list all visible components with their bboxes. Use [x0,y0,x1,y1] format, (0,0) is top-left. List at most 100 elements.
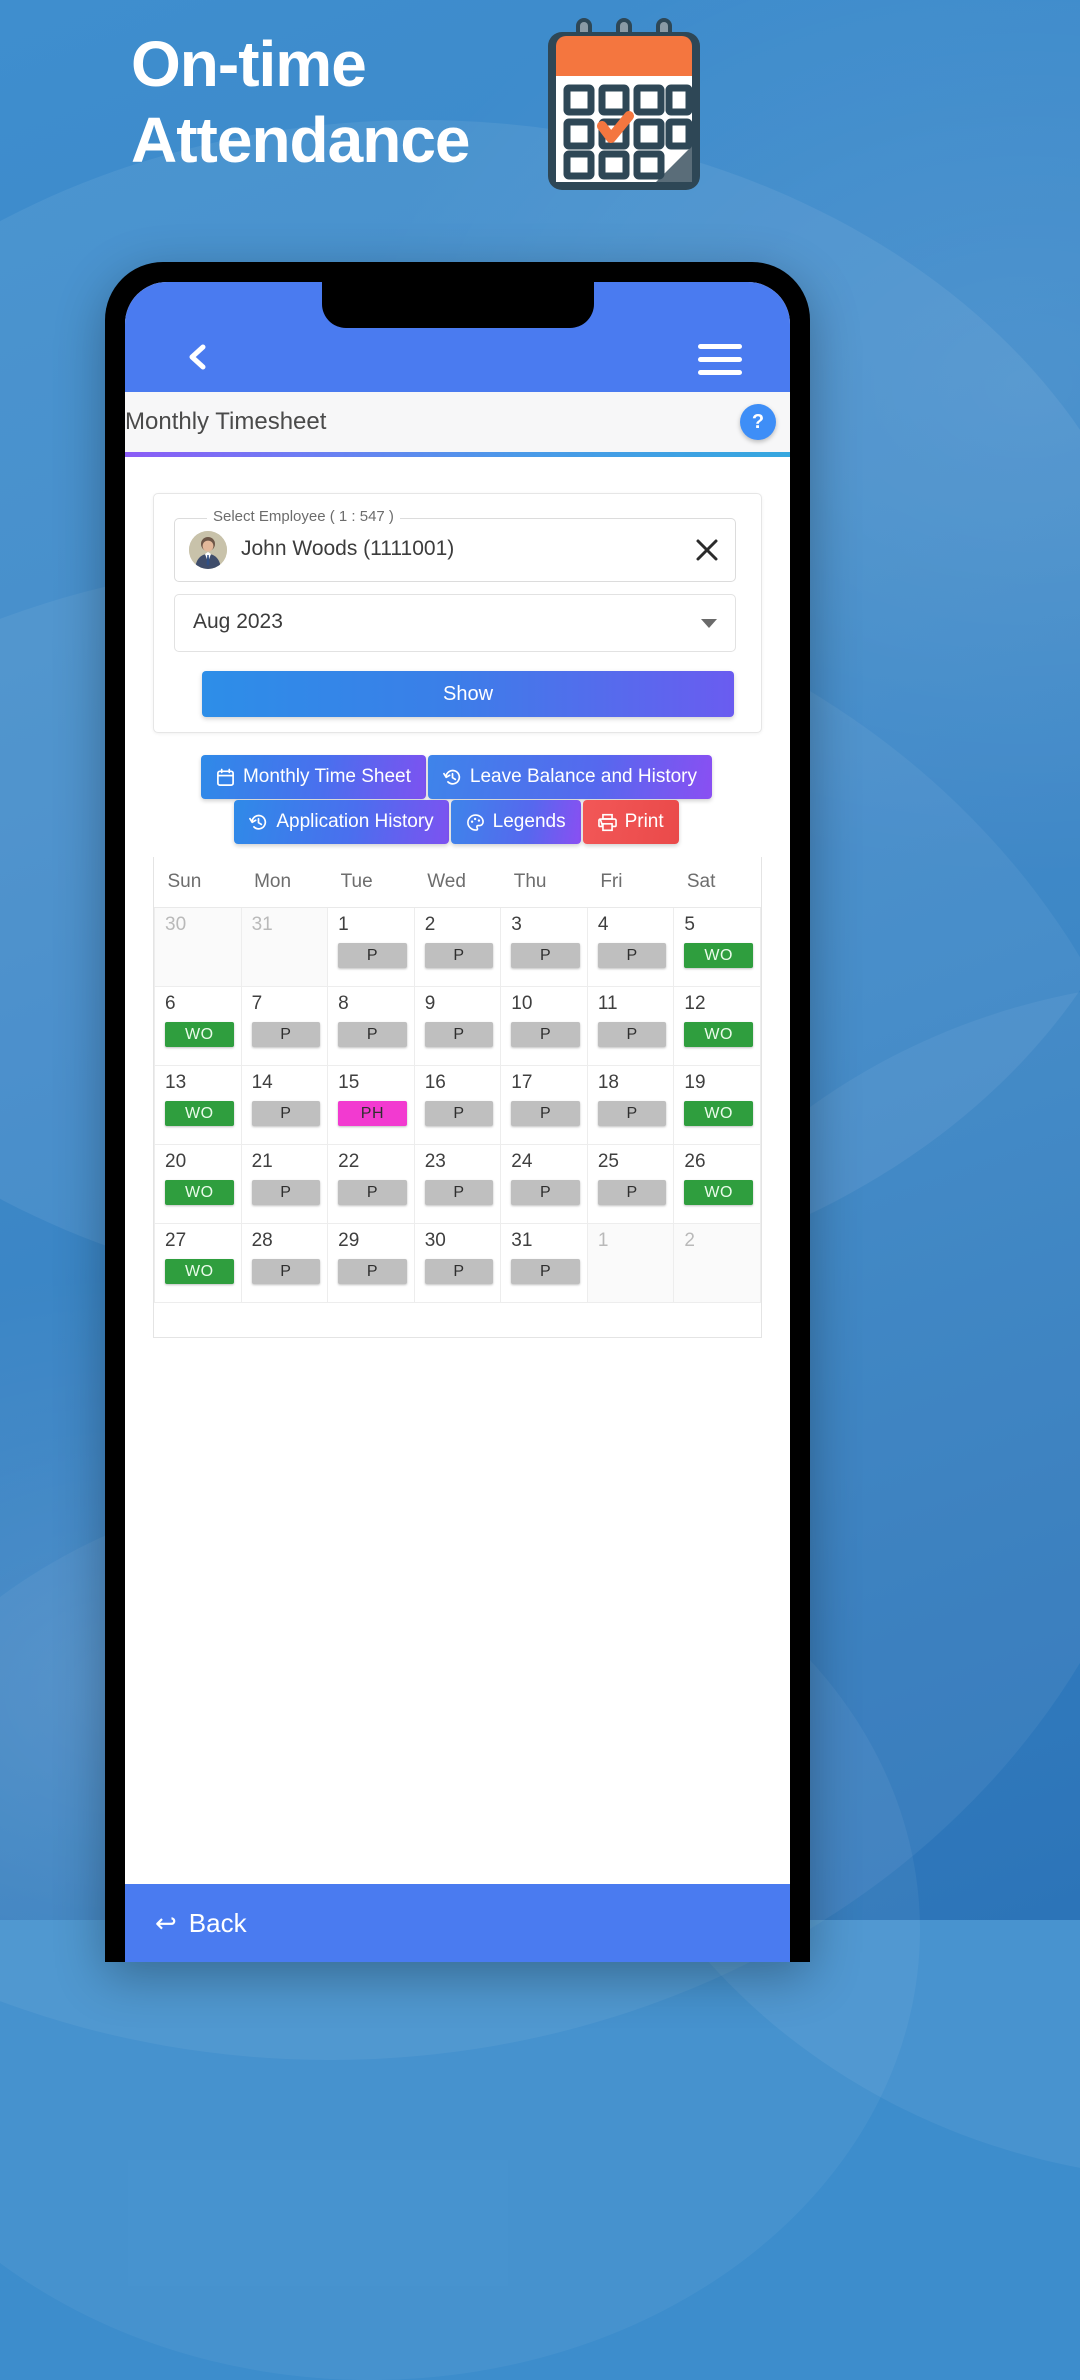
calendar-day-cell[interactable]: 21 P [240,1144,329,1224]
tab-leave-balance-and-history[interactable]: Leave Balance and History [427,755,712,799]
calendar-day-number: 15 [338,1072,360,1093]
calendar-header-row: Sun Mon Tue Wed Thu Fri Sat [154,857,761,908]
back-chevron-icon[interactable] [185,344,211,370]
calendar-day-cell[interactable]: 15 PH [327,1065,415,1145]
phone-notch [321,282,594,328]
tab-legends[interactable]: Legends [450,800,581,844]
employee-selection-card: Select Employee ( 1 : 547 ) John Woods (… [153,493,762,733]
attendance-status-chip: P [338,1180,407,1205]
calendar-day-cell[interactable]: 6 WO [154,986,242,1066]
calendar-day-cell[interactable]: 5 WO [673,907,761,987]
month-select-value: Aug 2023 [193,610,283,633]
employee-field[interactable]: Select Employee ( 1 : 547 ) John Woods (… [174,508,736,582]
attendance-status-chip: P [251,1259,321,1284]
calendar-day-number: 18 [597,1072,619,1093]
back-button[interactable]: ↩ Back [155,1908,247,1939]
calendar-week-row: 30 31 1 P 2 P 3 P 4 P 5 WO [154,907,761,987]
calendar-day-cell[interactable]: 3P [500,907,588,987]
calendar-day-cell[interactable]: 11 P [586,986,675,1066]
print-button[interactable]: Print [582,800,679,844]
calendar-day-number: 23 [424,1151,446,1172]
help-icon[interactable]: ? [740,404,776,440]
calendar-day-number: 26 [684,1151,706,1172]
calendar-day-number: 31 [511,1230,533,1251]
calendar-day-number: 6 [165,993,176,1014]
calendar-day-cell[interactable]: 18 P [586,1065,675,1145]
calendar-day-cell[interactable]: 23 P [413,1144,502,1224]
calendar-day-cell[interactable]: 25 P [586,1144,675,1224]
calendar-day-cell[interactable]: 13 WO [154,1065,242,1145]
attendance-status-chip: P [424,1022,494,1047]
tab-row-1: Monthly Time Sheet Leave Balance and His… [153,755,760,799]
attendance-status-chip: P [511,1022,580,1047]
calendar-day-cell[interactable]: 22 P [327,1144,415,1224]
attendance-status-chip: P [251,1101,321,1126]
timesheet-calendar: Sun Mon Tue Wed Thu Fri Sat 30 31 1 P 2 P 3 P 4 P… [153,857,762,1338]
calendar-day-cell[interactable]: 7P [240,986,329,1066]
attendance-status-chip: P [597,1022,667,1047]
calendar-week-row: 6 WO 7 P 8 P 9 P 10 P 11 P 12 WO [154,986,761,1066]
attendance-status-chip: P [424,1180,494,1205]
show-button[interactable]: Show [202,671,734,717]
employee-field-label: Select Employee ( 1 : 547 ) [207,508,400,525]
weekday-header: Tue [327,857,415,908]
calendar-day-cell[interactable]: 4P [586,907,675,987]
calendar-day-cell[interactable]: 2 [673,1223,761,1303]
attendance-status-chip: WO [165,1259,234,1284]
calendar-day-cell[interactable]: 31 P [500,1223,588,1303]
calendar-day-number: 12 [684,993,706,1014]
attendance-status-chip: P [424,943,494,968]
calendar-day-cell[interactable]: 12 WO [673,986,761,1066]
calendar-day-number: 19 [684,1072,706,1093]
calendar-day-number: 4 [597,914,609,935]
attendance-status-chip: P [251,1022,321,1047]
calendar-day-cell[interactable]: 2P [413,907,502,987]
attendance-status-chip: P [511,943,580,968]
calendar-day-cell[interactable]: 30 [154,907,242,987]
calendar-day-cell[interactable]: 30 P [413,1223,502,1303]
attendance-status-chip: P [511,1259,580,1284]
calendar-day-cell[interactable]: 31 [240,907,329,987]
attendance-status-chip: P [338,1022,407,1047]
history-icon [443,769,461,785]
hero-title-line-2: Attendance [131,104,471,176]
calendar-day-number: 30 [424,1230,446,1251]
tab-application-history[interactable]: Application History [234,800,449,844]
month-select[interactable]: Aug 2023 [174,594,736,652]
attendance-status-chip: P [597,1101,667,1126]
attendance-status-chip: P [424,1101,494,1126]
tab-label: Legends [492,811,566,832]
calendar-day-number: 27 [165,1230,187,1251]
weekday-header: Thu [500,857,588,908]
close-x-icon[interactable] [693,536,721,564]
calendar-day-number: 25 [597,1151,619,1172]
calendar-day-number: 7 [251,993,263,1014]
attendance-status-chip: PH [338,1101,407,1126]
tab-monthly-time-sheet[interactable]: Monthly Time Sheet [200,755,426,799]
calendar-day-cell[interactable]: 17 P [500,1065,588,1145]
attendance-status-chip: WO [165,1101,234,1126]
calendar-day-cell[interactable]: 1P [327,907,415,987]
calendar-day-cell[interactable]: 20 WO [154,1144,242,1224]
attendance-status-chip: P [511,1180,580,1205]
calendar-day-cell[interactable]: 10 P [500,986,588,1066]
calendar-day-cell[interactable]: 24 P [500,1144,588,1224]
hamburger-menu-icon[interactable] [698,344,742,375]
calendar-day-cell[interactable]: 26 WO [673,1144,761,1224]
calendar-week-row: 27 WO 28 P 29 P 30 P 31 P 1 2 [154,1223,761,1303]
calendar-day-cell[interactable]: 8P [327,986,415,1066]
calendar-day-cell[interactable]: 27 WO [154,1223,242,1303]
calendar-day-cell[interactable]: 29 P [327,1223,415,1303]
calendar-day-cell[interactable]: 19 WO [673,1065,761,1145]
tab-label: Leave Balance and History [469,766,697,787]
printer-icon [597,813,617,831]
calendar-day-cell[interactable]: 14 P [240,1065,329,1145]
calendar-day-cell[interactable]: 16 P [413,1065,502,1145]
calendar-day-cell[interactable]: 1 [586,1223,675,1303]
calendar-day-cell[interactable]: 28 P [240,1223,329,1303]
attendance-status-chip: WO [684,943,753,968]
calendar-table: Sun Mon Tue Wed Thu Fri Sat 30 31 1 P 2 P 3 P 4 P… [154,857,761,1303]
calendar-icon [544,14,704,194]
bottom-bar: ↩ Back [125,1884,790,1962]
calendar-day-cell[interactable]: 9P [413,986,502,1066]
